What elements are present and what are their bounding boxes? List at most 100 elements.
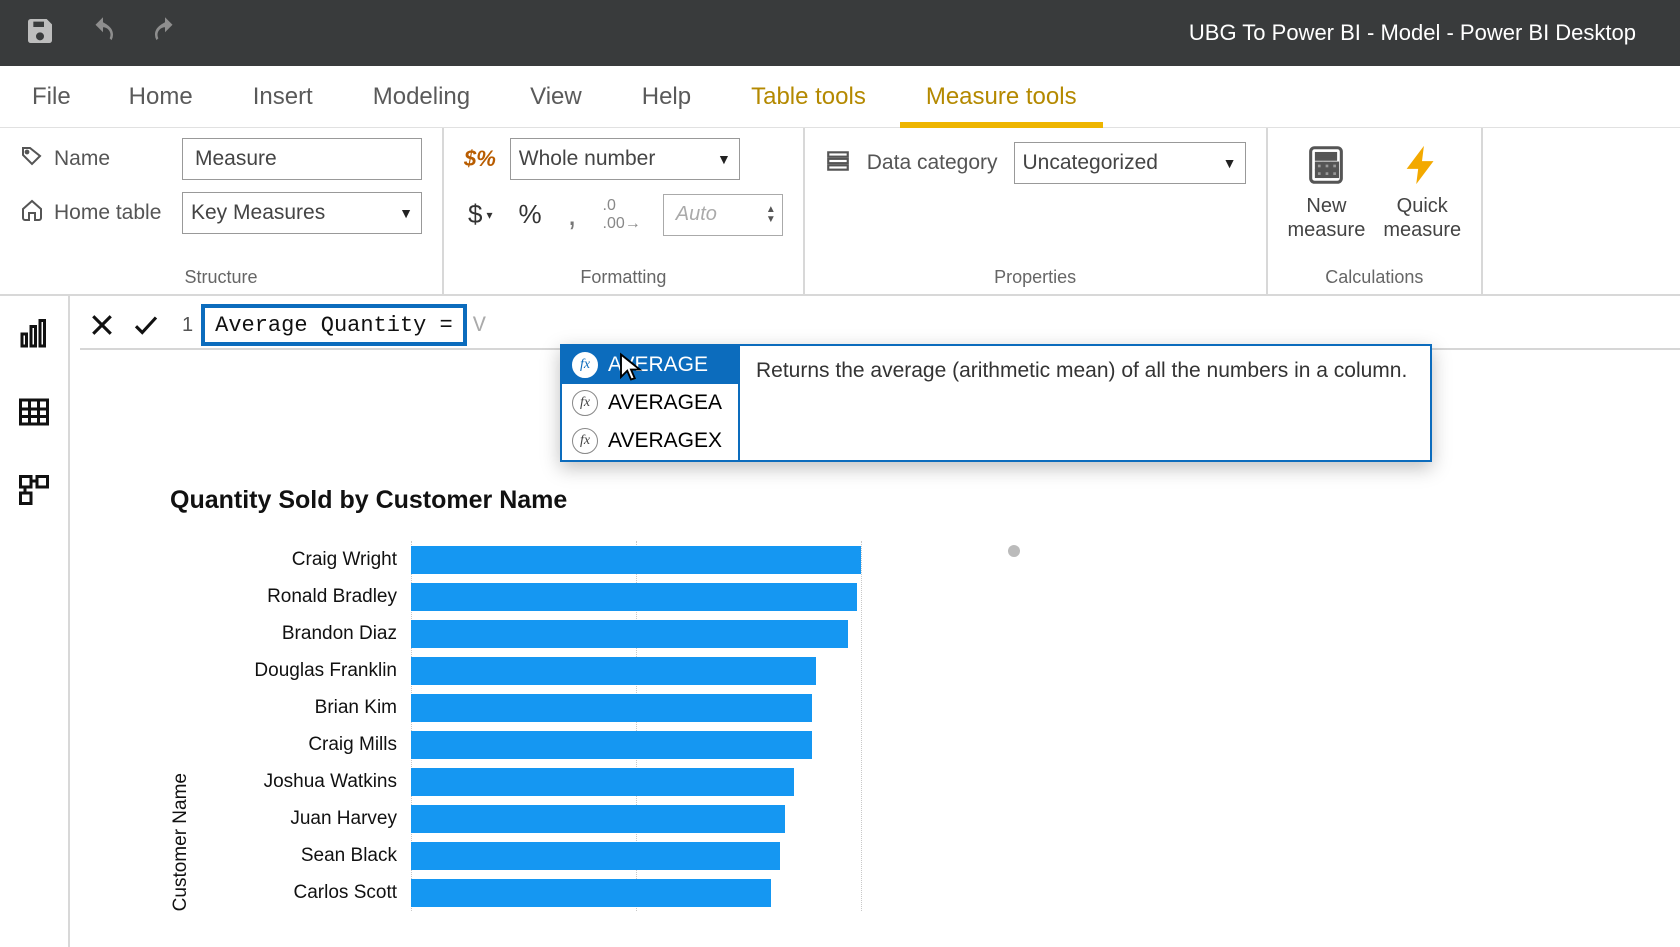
undo-icon[interactable]	[88, 16, 118, 51]
bar-category-label: Brandon Diaz	[206, 623, 411, 645]
bar-row: Brandon Diaz	[206, 615, 1000, 652]
data-category-select[interactable]: Uncategorized ▼	[1014, 142, 1246, 184]
bar[interactable]	[411, 879, 771, 907]
group-label-properties: Properties	[994, 267, 1076, 288]
tab-home[interactable]: Home	[103, 67, 219, 127]
format-icon: $%	[464, 146, 496, 172]
bar-row: Douglas Franklin	[206, 652, 1000, 689]
bar[interactable]	[411, 620, 848, 648]
stepper-icon[interactable]: ▲▼	[766, 205, 776, 225]
bar-category-label: Carlos Scott	[206, 882, 411, 904]
chart-title: Quantity Sold by Customer Name	[170, 486, 1000, 515]
bar[interactable]	[411, 546, 861, 574]
chevron-down-icon: ▼	[717, 151, 731, 167]
ribbon-tabs: File Home Insert Modeling View Help Tabl…	[0, 66, 1680, 128]
new-measure-button[interactable]: New measure	[1288, 138, 1366, 242]
bar-category-label: Ronald Bradley	[206, 586, 411, 608]
currency-button[interactable]: $ ▾	[464, 195, 497, 234]
percent-button[interactable]: %	[515, 195, 546, 234]
bar-row: Joshua Watkins	[206, 763, 1000, 800]
function-description: Returns the average (arithmetic mean) of…	[740, 346, 1430, 460]
y-axis-label: Customer Name	[170, 773, 192, 911]
quick-measure-button[interactable]: Quick measure	[1383, 138, 1461, 242]
intellisense-popup: fxAVERAGE fx AVERAGEA fx AVERAGEX Returns th…	[560, 344, 1432, 462]
bar-category-label: Craig Mills	[206, 734, 411, 756]
view-rail	[0, 296, 70, 947]
ribbon-content: Name Home table Key Measures ▼ Structure	[0, 128, 1680, 296]
bar-row: Craig Mills	[206, 726, 1000, 763]
group-label-structure: Structure	[184, 267, 257, 288]
function-name: AVERAGEX	[608, 429, 722, 453]
bar[interactable]	[411, 842, 780, 870]
commit-formula-button[interactable]	[124, 303, 168, 347]
decimals-button[interactable]: .0.00→	[599, 193, 645, 237]
formula-text: Average Quantity =	[215, 313, 453, 338]
tab-help[interactable]: Help	[616, 67, 717, 127]
bar-row: Craig Wright	[206, 541, 1000, 578]
data-category-label: Data category	[867, 151, 998, 175]
bar-row: Ronald Bradley	[206, 578, 1000, 615]
data-category-icon	[825, 148, 851, 179]
decimal-places-input[interactable]: Auto ▲▼	[663, 194, 783, 236]
bar[interactable]	[411, 768, 794, 796]
tab-insert[interactable]: Insert	[227, 67, 339, 127]
chevron-down-icon: ▼	[399, 205, 413, 221]
function-item-average[interactable]: fxAVERAGE	[562, 346, 738, 384]
ribbon-group-properties: Data category Uncategorized ▼ Properties	[805, 128, 1268, 294]
bar-category-label: Juan Harvey	[206, 808, 411, 830]
fx-icon: fx	[572, 428, 598, 454]
redo-icon[interactable]	[150, 16, 180, 51]
format-select[interactable]: Whole number ▼	[510, 138, 740, 180]
format-value: Whole number	[519, 147, 656, 171]
ribbon-group-formatting: $% Whole number ▼ $ ▾ % , .0.00→ Auto	[444, 128, 805, 294]
formula-bar: 1 Average Quantity = V	[80, 302, 1680, 350]
save-icon[interactable]	[24, 15, 56, 52]
scrollbar-thumb[interactable]	[1008, 545, 1020, 557]
new-measure-label: New measure	[1288, 194, 1366, 242]
cancel-formula-button[interactable]	[80, 303, 124, 347]
data-view-button[interactable]	[16, 394, 52, 430]
tab-view[interactable]: View	[504, 67, 608, 127]
bar-category-label: Douglas Franklin	[206, 660, 411, 682]
quick-measure-label: Quick measure	[1383, 194, 1461, 242]
tab-file[interactable]: File	[8, 67, 95, 127]
function-name: AVERAGE	[608, 353, 708, 377]
bar-category-label: Joshua Watkins	[206, 771, 411, 793]
bar-chart[interactable]: Quantity Sold by Customer Name Customer …	[170, 486, 1000, 911]
data-category-value: Uncategorized	[1023, 151, 1158, 175]
tab-modeling[interactable]: Modeling	[347, 67, 496, 127]
chevron-down-icon: ▾	[486, 208, 492, 222]
function-item-averagea[interactable]: fx AVERAGEA	[562, 384, 738, 422]
home-table-label: Home table	[54, 201, 161, 225]
bar[interactable]	[411, 805, 785, 833]
window-title: UBG To Power BI - Model - Power BI Deskt…	[180, 20, 1656, 46]
home-icon	[20, 198, 44, 228]
bar[interactable]	[411, 694, 812, 722]
bar[interactable]	[411, 731, 812, 759]
active-tab-underline	[900, 122, 1103, 128]
home-table-value: Key Measures	[191, 201, 325, 225]
model-view-button[interactable]	[16, 472, 52, 508]
name-input[interactable]	[182, 138, 422, 180]
group-label-formatting: Formatting	[580, 267, 666, 288]
thousands-separator-button[interactable]: ,	[564, 192, 581, 237]
function-list: fxAVERAGE fx AVERAGEA fx AVERAGEX	[562, 346, 740, 460]
name-label: Name	[54, 147, 110, 171]
fx-icon: fx	[572, 390, 598, 416]
tab-table-tools[interactable]: Table tools	[725, 67, 892, 127]
tab-measure-tools[interactable]: Measure tools	[900, 67, 1103, 127]
bar-category-label: Sean Black	[206, 845, 411, 867]
function-name: AVERAGEA	[608, 391, 722, 415]
bar[interactable]	[411, 583, 857, 611]
formula-input[interactable]: Average Quantity =	[201, 304, 467, 346]
bar-row: Brian Kim	[206, 689, 1000, 726]
tag-icon	[20, 144, 44, 174]
line-number: 1	[174, 314, 201, 337]
title-bar: UBG To Power BI - Model - Power BI Deskt…	[0, 0, 1680, 66]
report-view-button[interactable]	[16, 316, 52, 352]
bar-row: Juan Harvey	[206, 800, 1000, 837]
function-item-averagex[interactable]: fx AVERAGEX	[562, 422, 738, 460]
ribbon-group-calculations: New measure Quick measure Calculations	[1268, 128, 1484, 294]
home-table-select[interactable]: Key Measures ▼	[182, 192, 422, 234]
bar[interactable]	[411, 657, 816, 685]
